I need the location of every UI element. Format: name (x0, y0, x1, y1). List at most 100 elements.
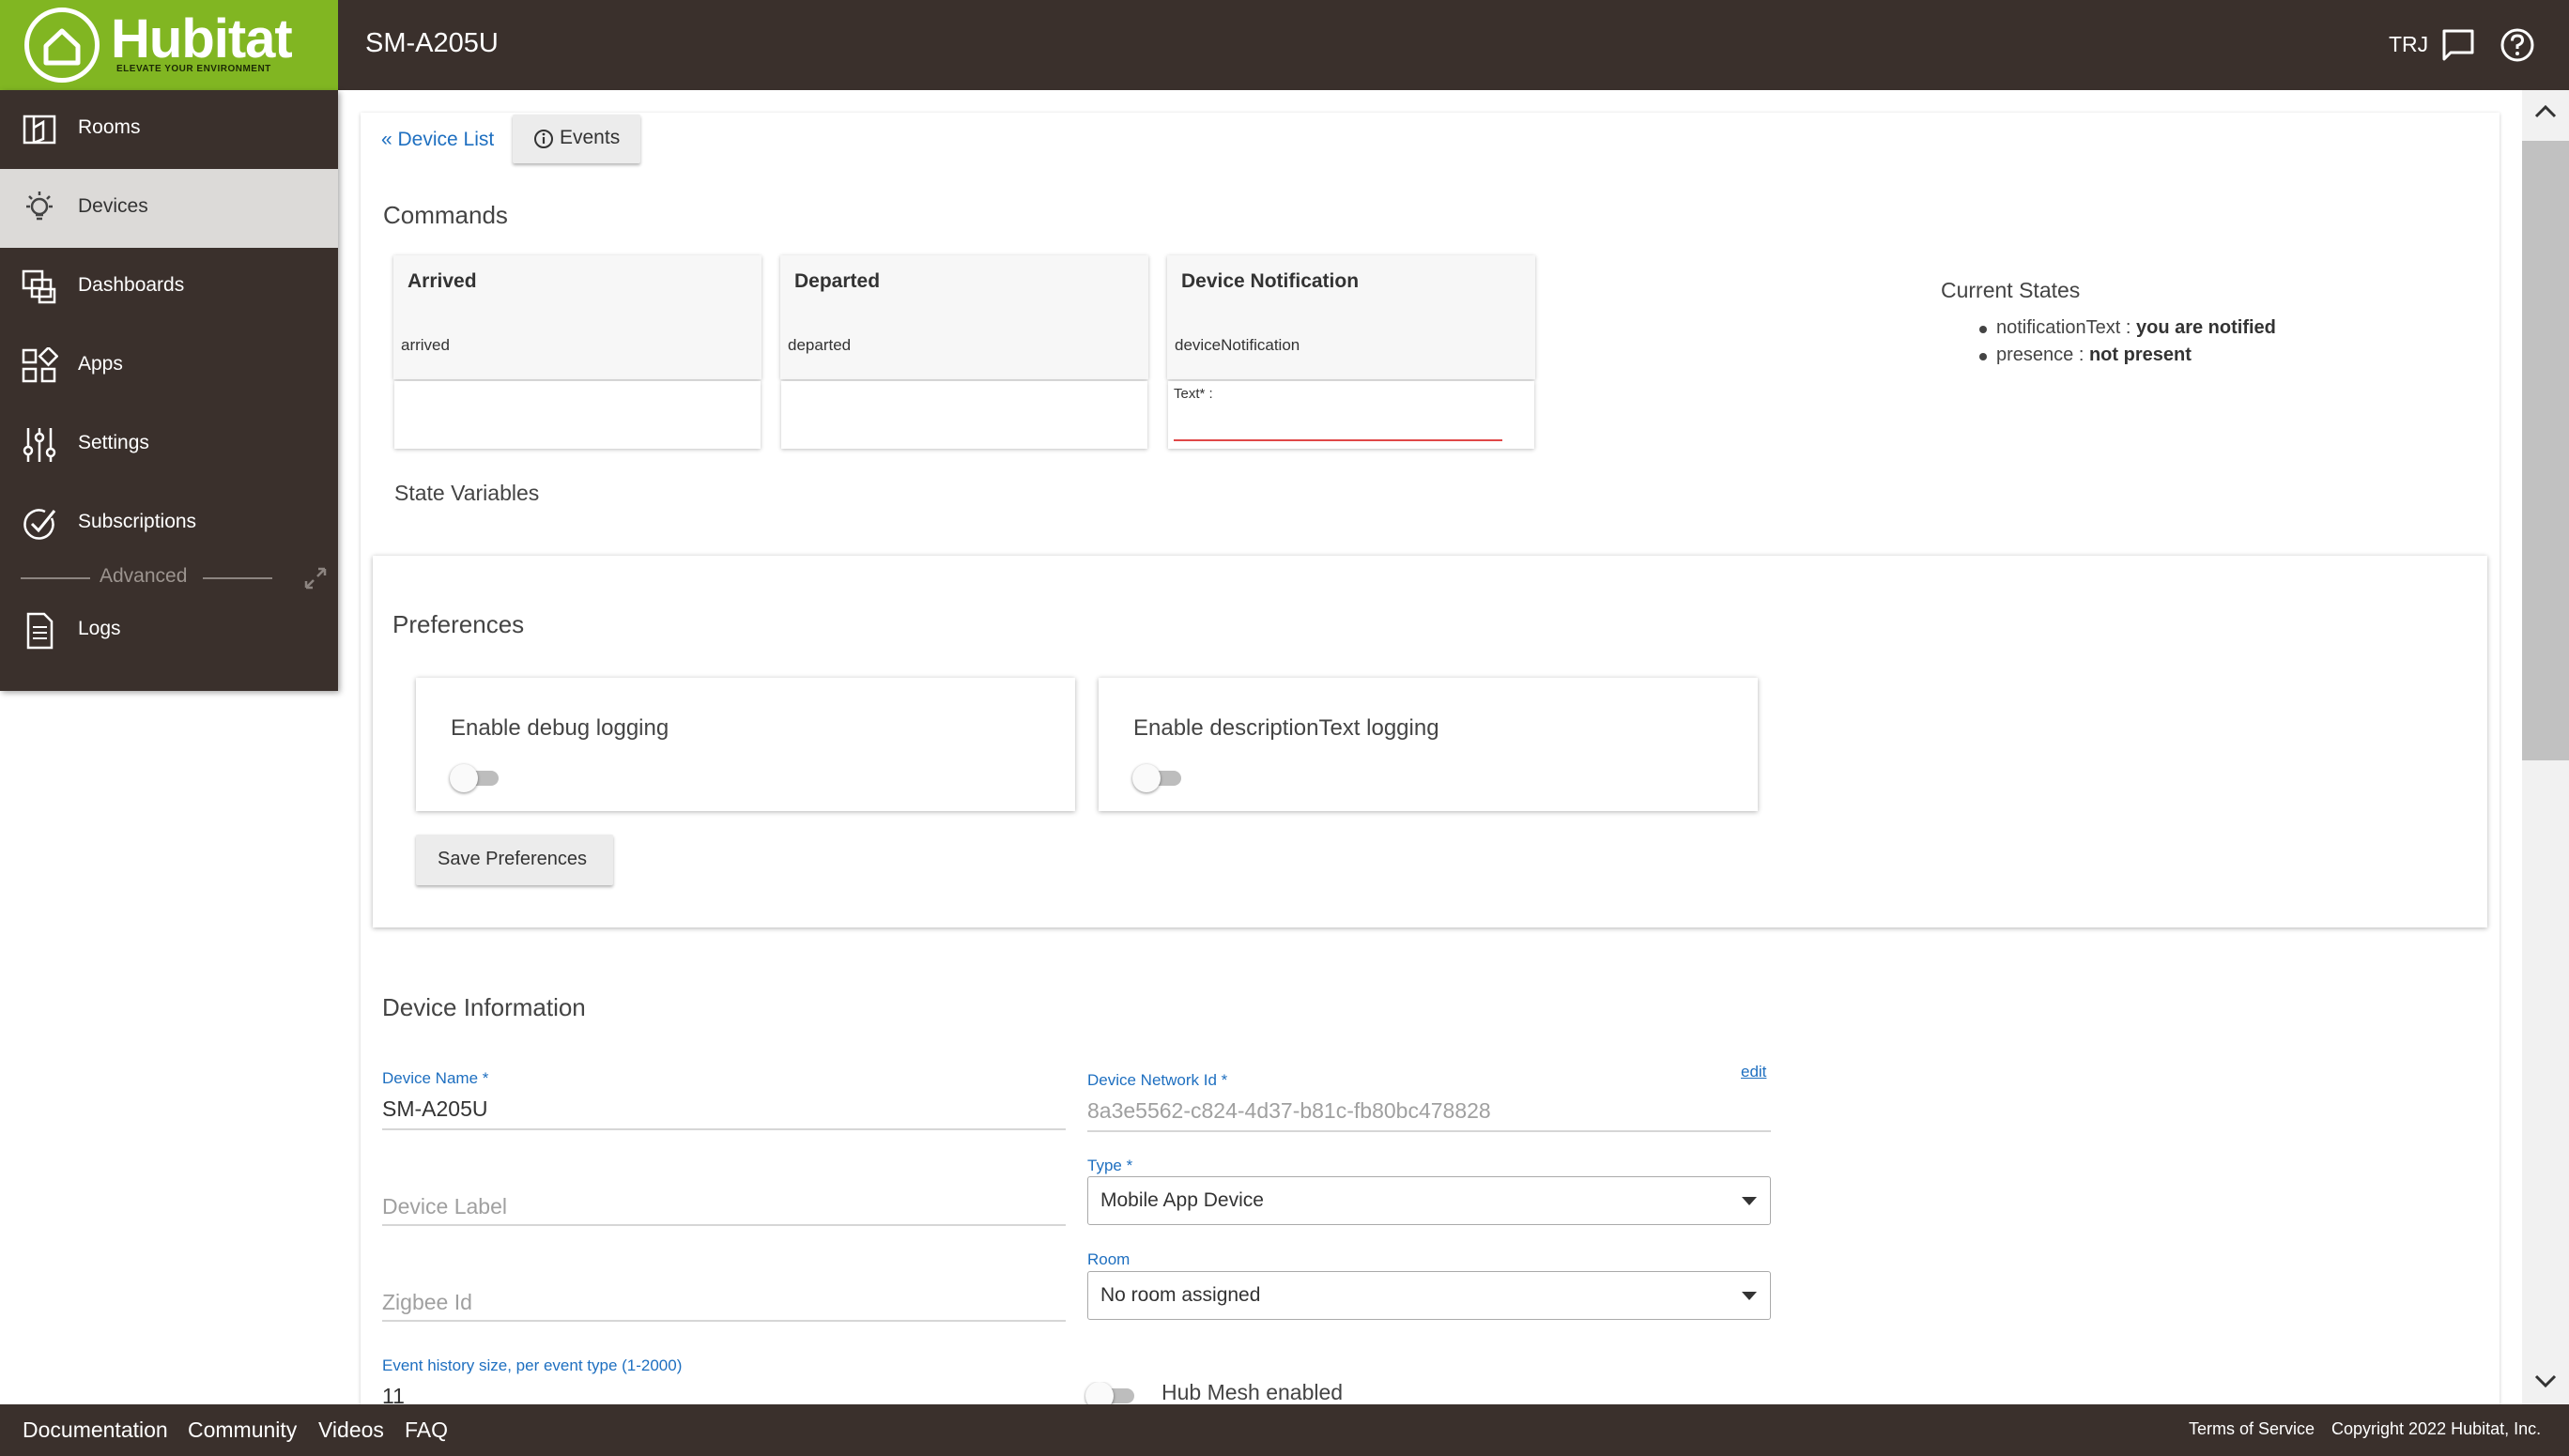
state-name: notificationText : (1996, 317, 2131, 338)
brand-tagline: ELEVATE YOUR ENVIRONMENT (116, 64, 271, 74)
sidebar-item-label: Rooms (78, 116, 141, 138)
house-logo-icon (24, 8, 100, 83)
sidebar-item-subscriptions[interactable]: Subscriptions (0, 484, 338, 563)
event-history-input[interactable]: 11 (382, 1384, 405, 1404)
sidebar-item-devices[interactable]: Devices (0, 169, 338, 248)
type-select[interactable]: Mobile App Device (1087, 1176, 1771, 1225)
sidebar-item-dashboards[interactable]: Dashboards (0, 248, 338, 327)
state-presence: presence : not present (1996, 345, 2192, 366)
save-preferences-label: Save Preferences (438, 849, 587, 869)
advanced-label: Advanced (100, 565, 188, 587)
command-title: Arrived (408, 270, 477, 292)
logs-icon (21, 612, 58, 650)
sidebar-item-settings[interactable]: Settings (0, 406, 338, 484)
preferences-title: Preferences (392, 610, 525, 638)
command-name: departed (788, 336, 852, 354)
dashboards-icon (21, 268, 58, 306)
save-preferences-button[interactable]: Save Preferences (416, 835, 613, 885)
events-button-label: Events (560, 127, 621, 148)
current-states-title: Current States (1941, 278, 2081, 302)
command-card-departed[interactable]: Departed departed (780, 255, 1148, 379)
network-id-underline (1087, 1130, 1771, 1132)
command-card-device-notification[interactable]: Device Notification deviceNotification (1167, 255, 1535, 379)
brand-name: Hubitat (111, 8, 293, 69)
state-bullet (1979, 353, 1987, 360)
events-button[interactable]: Events (513, 115, 640, 163)
sliders-icon (21, 426, 58, 464)
command-params-arrived (394, 381, 761, 449)
device-information-title: Device Information (382, 993, 586, 1021)
notification-text-field[interactable]: Text* : (1168, 381, 1534, 449)
device-name-underline (382, 1128, 1066, 1130)
expand-icon[interactable] (302, 565, 329, 591)
pref-label: Enable debug logging (451, 715, 669, 741)
sidebar-item-label: Settings (78, 432, 149, 453)
room-select[interactable]: No room assigned (1087, 1271, 1771, 1320)
scroll-up-icon[interactable] (2531, 98, 2560, 126)
zigbee-id-input[interactable]: Zigbee Id (382, 1290, 472, 1315)
help-icon[interactable] (2499, 26, 2536, 64)
command-title: Departed (794, 270, 881, 292)
scrollbar-thumb[interactable] (2522, 141, 2569, 760)
footer: Documentation Community Videos FAQ Terms… (0, 1404, 2569, 1456)
footer-copyright: Copyright 2022 Hubitat, Inc. (2331, 1419, 2542, 1438)
footer-link-documentation[interactable]: Documentation (23, 1418, 168, 1443)
state-bullet (1979, 326, 1987, 333)
network-id-label: Device Network Id * (1087, 1071, 1228, 1089)
hub-mesh-toggle[interactable] (1084, 1382, 1140, 1404)
apps-icon (21, 345, 59, 385)
command-name: deviceNotification (1175, 336, 1300, 354)
command-name: arrived (401, 336, 450, 354)
dropdown-arrow-icon (1742, 1197, 1757, 1205)
event-history-label: Event history size, per event type (1-20… (382, 1356, 683, 1374)
description-logging-toggle[interactable] (1132, 764, 1183, 792)
sidebar-item-label: Dashboards (78, 274, 185, 296)
sidebar: Rooms Devices Dashboards Apps Settings S… (0, 90, 338, 691)
message-icon[interactable] (2439, 26, 2477, 64)
user-initials[interactable]: TRJ (2389, 32, 2428, 57)
state-name: presence : (1996, 345, 2084, 365)
type-label: Type * (1087, 1157, 1133, 1174)
footer-link-faq[interactable]: FAQ (405, 1418, 448, 1443)
sidebar-item-rooms[interactable]: Rooms (0, 90, 338, 169)
device-label-underline (382, 1224, 1066, 1226)
state-value: not present (2088, 345, 2192, 365)
room-label: Room (1087, 1250, 1131, 1268)
zigbee-id-underline (382, 1320, 1066, 1322)
footer-link-videos[interactable]: Videos (318, 1418, 384, 1443)
check-circle-icon (21, 505, 58, 543)
device-name-input[interactable]: SM-A205U (382, 1096, 487, 1122)
footer-terms-link[interactable]: Terms of Service (2189, 1419, 2315, 1439)
info-icon (534, 130, 553, 148)
page-title: SM-A205U (365, 28, 499, 58)
command-title: Device Notification (1181, 270, 1360, 292)
device-list-link[interactable]: « Device List (381, 129, 494, 151)
sidebar-item-apps[interactable]: Apps (0, 327, 338, 406)
scroll-down-icon[interactable] (2531, 1367, 2560, 1395)
notification-text-underline (1174, 439, 1502, 441)
network-id-edit-link[interactable]: edit (1741, 1063, 1766, 1081)
state-variables-title: State Variables (394, 481, 540, 505)
type-select-value: Mobile App Device (1100, 1189, 1264, 1211)
dropdown-arrow-icon (1742, 1292, 1757, 1300)
pref-label: Enable descriptionText logging (1133, 715, 1439, 741)
debug-logging-toggle[interactable] (450, 764, 500, 792)
device-label-input[interactable]: Device Label (382, 1194, 507, 1219)
sidebar-item-label: Subscriptions (78, 511, 197, 532)
commands-title: Commands (383, 201, 508, 229)
command-card-arrived[interactable]: Arrived arrived (393, 255, 761, 379)
notification-text-label: Text* : (1174, 386, 1213, 402)
pref-debug-logging: Enable debug logging (416, 678, 1075, 811)
sidebar-item-label: Apps (78, 353, 123, 375)
footer-link-community[interactable]: Community (188, 1418, 297, 1443)
sidebar-item-label: Logs (78, 618, 121, 639)
room-select-value: No room assigned (1100, 1284, 1261, 1306)
hubitat-logo[interactable]: Hubitat ELEVATE YOUR ENVIRONMENT (0, 0, 338, 90)
hub-mesh-label: Hub Mesh enabled (1161, 1380, 1344, 1404)
sidebar-item-logs[interactable]: Logs (0, 591, 338, 670)
command-params-departed (781, 381, 1147, 449)
pref-description-logging: Enable descriptionText logging (1099, 678, 1758, 811)
state-notification-text: notificationText : you are notified (1996, 317, 2276, 339)
sidebar-item-label: Devices (78, 195, 148, 217)
state-value: you are notified (2135, 317, 2276, 338)
